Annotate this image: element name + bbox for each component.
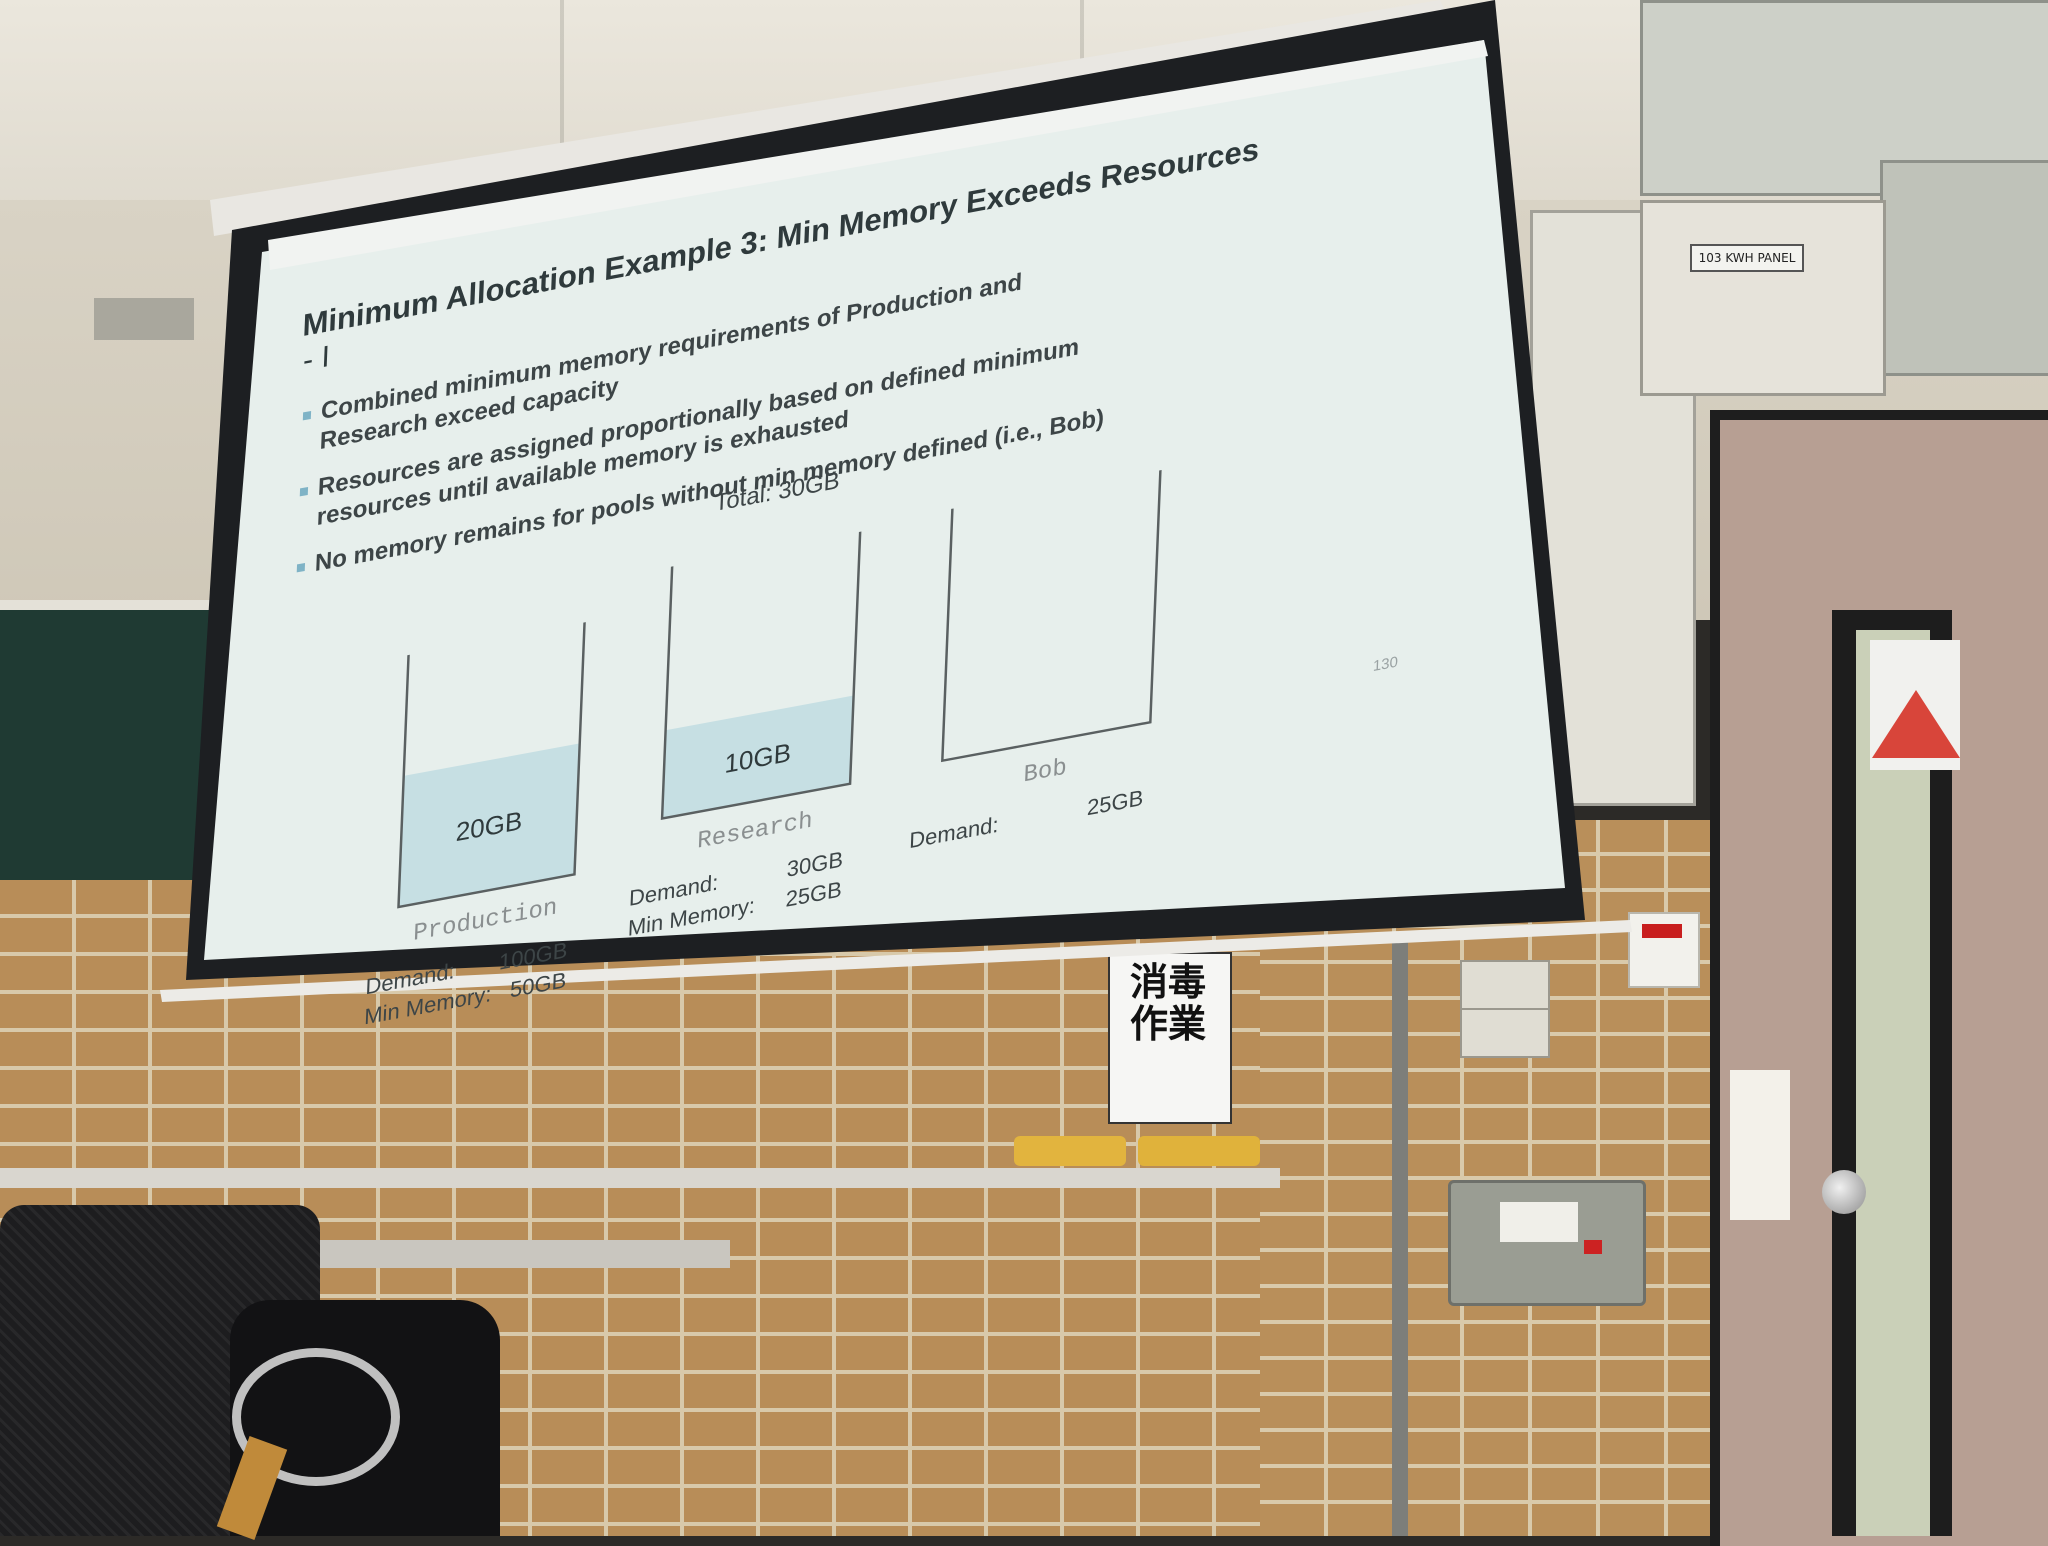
bullet-marker — [296, 562, 306, 573]
pool-min-memory-value: 50GB — [510, 967, 567, 1002]
slide-title-continuation: - I — [303, 340, 331, 378]
bullet-marker — [302, 410, 312, 421]
projector-screen: Minimum Allocation Example 3: Min Memory… — [160, 0, 1632, 1029]
bullet-marker — [299, 486, 309, 497]
